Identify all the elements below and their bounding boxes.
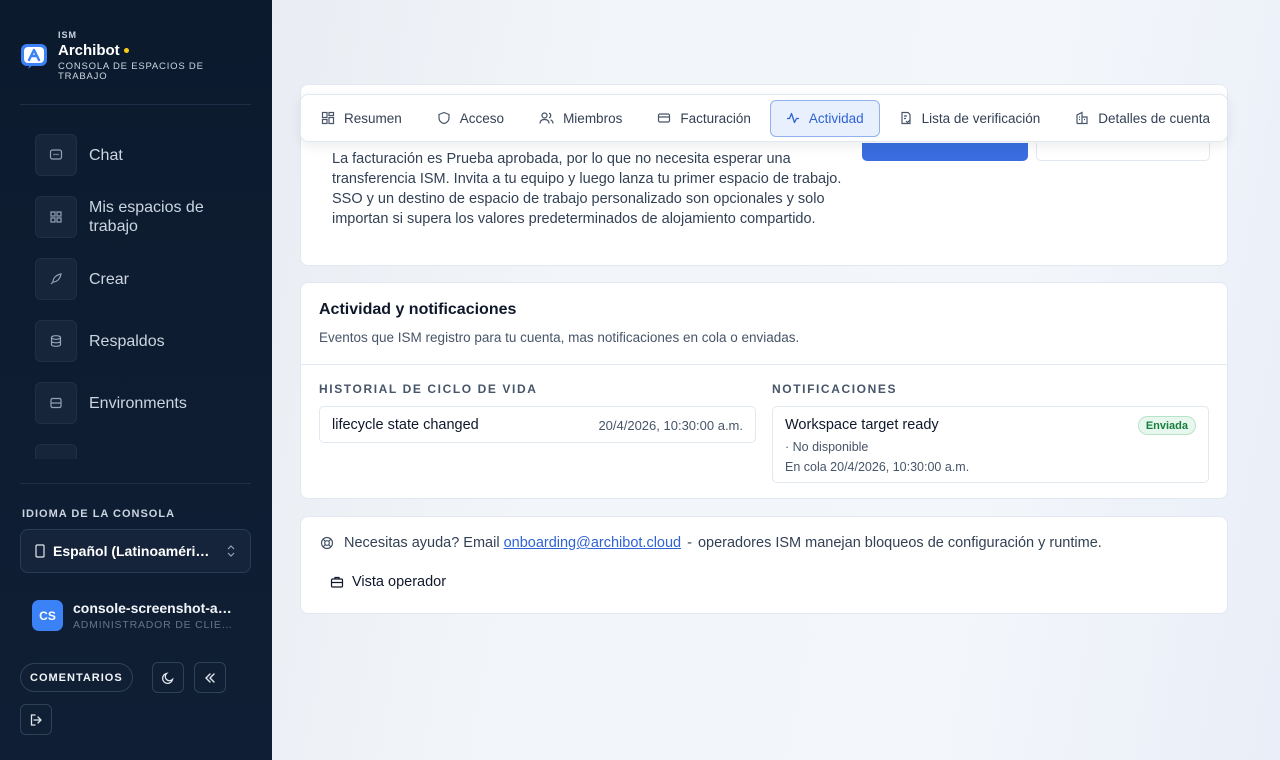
language-value: Español (Latinoamérica)	[53, 543, 213, 559]
tab-resumen[interactable]: Resumen	[305, 100, 418, 137]
sidebar-item-backups[interactable]: Respaldos	[35, 320, 255, 362]
card-divider	[301, 364, 1227, 365]
brand-name: Archibot	[58, 42, 120, 59]
shield-icon	[438, 111, 450, 125]
status-badge: Enviada	[1137, 416, 1196, 435]
activity-title: Actividad y notificaciones	[319, 301, 517, 318]
sidebar-nav: Chat Mis espacios de trabajo Crear Respa…	[35, 134, 255, 459]
tab-lista-verificacion[interactable]: Lista de verificación	[883, 100, 1057, 137]
lifebuoy-icon	[320, 536, 334, 550]
activity-card: Actividad y notificaciones Eventos que I…	[300, 282, 1228, 499]
brand-subtitle: CONSOLA DE ESPACIOS DE TRABAJO	[58, 61, 204, 82]
logout-icon	[30, 713, 42, 726]
tab-detalles-cuenta[interactable]: Detalles de cuenta	[1059, 100, 1226, 137]
credit-card-icon	[658, 113, 671, 123]
notification-detail: · No disponible	[785, 440, 869, 454]
sidebar-item-label: Respaldos	[89, 332, 165, 350]
tab-label: Facturación	[680, 110, 751, 126]
building-icon	[1076, 111, 1088, 125]
sidebar-item-workspaces[interactable]: Mis espacios de trabajo	[35, 196, 255, 238]
sidebar-item-create[interactable]: Crear	[35, 258, 255, 300]
help-prefix: Necesitas ayuda? Email	[344, 535, 500, 551]
sidebar-divider	[20, 104, 251, 105]
operator-view-button[interactable]: Vista operador	[320, 569, 456, 595]
moon-icon	[161, 671, 174, 684]
more-icon	[35, 444, 77, 459]
users-icon	[539, 112, 554, 124]
operator-view-label: Vista operador	[352, 574, 447, 590]
sidebar-item-chat[interactable]: Chat	[35, 134, 255, 176]
tab-label: Acceso	[459, 110, 505, 126]
activity-icon	[786, 112, 799, 124]
support-email-link[interactable]: onboarding@archibot.cloud	[504, 535, 682, 551]
notification-queued: En cola 20/4/2026, 10:30:00 a.m.	[785, 460, 970, 474]
lifecycle-title: HISTORIAL DE CICLO DE VIDA	[319, 382, 538, 396]
tab-actividad[interactable]: Actividad	[769, 99, 880, 137]
primary-action-button[interactable]	[862, 143, 1028, 161]
help-card: Necesitas ayuda? Email onboarding@archib…	[300, 516, 1228, 614]
help-separator: -	[687, 535, 692, 551]
chat-icon	[35, 134, 77, 176]
rocket-icon	[35, 258, 77, 300]
tab-miembros[interactable]: Miembros	[523, 100, 638, 137]
user-profile[interactable]: CS console-screenshot-admin ADMINISTRADO…	[32, 600, 239, 631]
chevrons-left-icon	[205, 672, 215, 683]
status-dot-icon	[123, 48, 129, 53]
feedback-button[interactable]: COMENTARIOS	[20, 663, 133, 692]
briefcase-icon	[330, 576, 344, 588]
notification-title: Workspace target ready	[785, 417, 939, 433]
sidebar-item-environments[interactable]: Environments	[35, 382, 255, 424]
sidebar-item-more[interactable]	[35, 444, 255, 459]
grid-icon	[35, 196, 77, 238]
collapse-sidebar-button[interactable]	[194, 662, 226, 693]
server-icon	[35, 382, 77, 424]
onboarding-text: La facturación es Prueba aprobada, por l…	[332, 151, 842, 227]
sidebar: ISM Archibot CONSOLA DE ESPACIOS DE TRAB…	[0, 0, 272, 760]
tab-label: Resumen	[344, 110, 402, 126]
activity-subtitle: Eventos que ISM registro para tu cuenta,…	[319, 330, 800, 345]
sidebar-item-label: Environments	[89, 394, 187, 412]
brand-org: ISM	[58, 30, 78, 40]
checklist-icon	[901, 111, 911, 125]
lifecycle-event: lifecycle state changed	[332, 417, 479, 433]
list-item: lifecycle state changed 20/4/2026, 10:30…	[319, 406, 756, 443]
user-name: console-screenshot-admin	[73, 600, 239, 616]
lifecycle-date: 20/4/2026, 10:30:00 a.m.	[598, 418, 743, 433]
list-item: Workspace target ready Enviada · No disp…	[772, 406, 1209, 483]
theme-toggle-button[interactable]	[152, 662, 184, 693]
globe-icon	[35, 544, 45, 558]
sidebar-item-label: Crear	[89, 270, 130, 288]
help-suffix: operadores ISM manejan bloqueos de confi…	[697, 535, 1102, 551]
user-role: ADMINISTRADOR DE CLIENTE	[73, 619, 239, 631]
archibot-logo-icon	[21, 44, 47, 69]
tab-label: Miembros	[563, 110, 623, 126]
avatar: CS	[32, 600, 63, 631]
brand[interactable]: ISM Archibot CONSOLA DE ESPACIOS DE TRAB…	[20, 30, 218, 82]
secondary-action-button[interactable]	[1036, 143, 1210, 161]
sidebar-divider	[20, 483, 251, 484]
logout-button[interactable]	[20, 704, 52, 735]
tab-label: Detalles de cuenta	[1098, 110, 1211, 126]
tab-label: Actividad	[808, 110, 864, 126]
tab-facturacion[interactable]: Facturación	[641, 100, 767, 137]
language-select[interactable]: Español (Latinoamérica)	[20, 529, 251, 573]
tab-label: Lista de verificación	[921, 110, 1041, 126]
sidebar-item-label: Chat	[89, 146, 123, 164]
notifications-title: NOTIFICACIONES	[772, 382, 898, 396]
sidebar-item-label: Mis espacios de trabajo	[89, 199, 204, 235]
tab-acceso[interactable]: Acceso	[421, 100, 520, 137]
language-title: IDIOMA DE LA CONSOLA	[22, 508, 176, 520]
chevron-up-down-icon	[227, 545, 235, 557]
grid-icon	[321, 111, 335, 125]
database-icon	[35, 320, 77, 362]
account-tabs: Resumen Acceso Miembros Facturación Acti…	[300, 94, 1228, 142]
